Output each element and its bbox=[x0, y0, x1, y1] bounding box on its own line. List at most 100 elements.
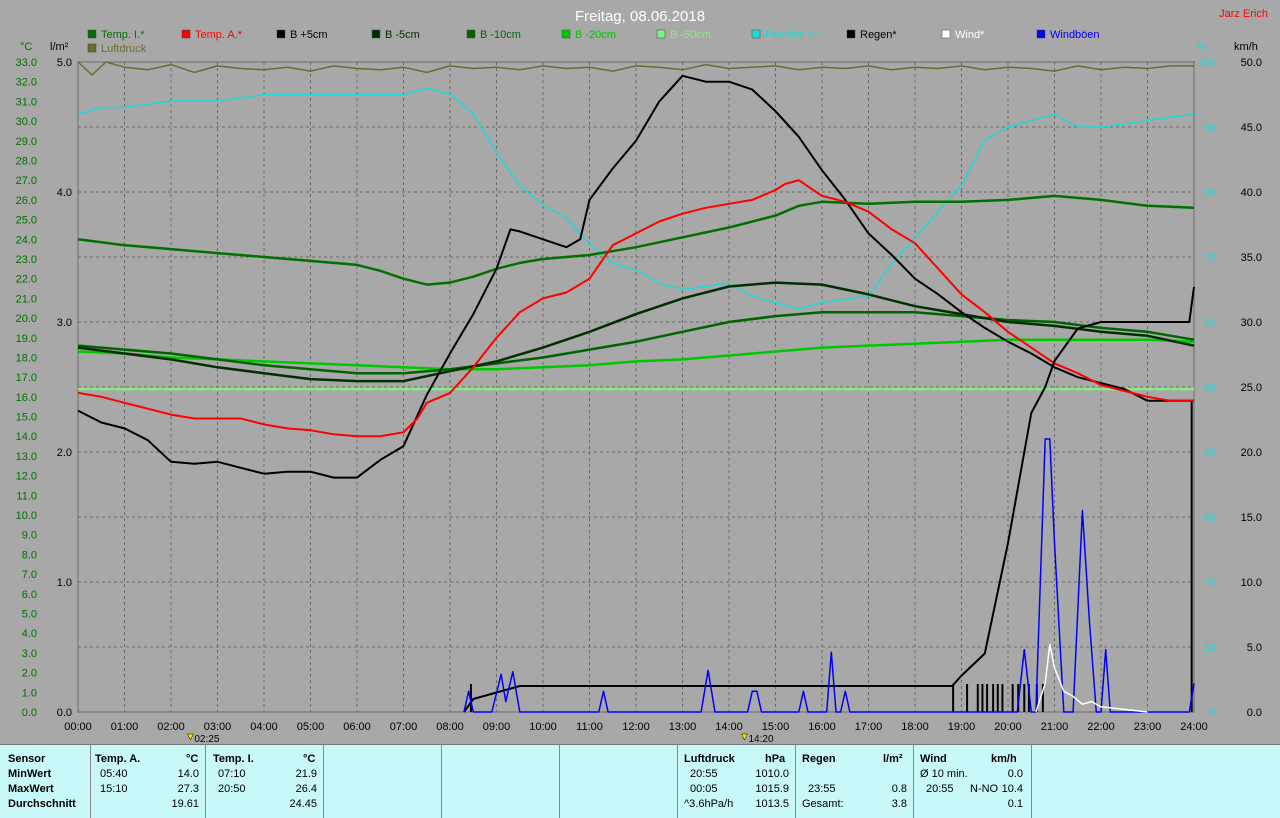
y-tick-temp: 9.0 bbox=[22, 530, 37, 542]
wind-max-time: 20:55 bbox=[926, 783, 954, 795]
y-tick-temp: 31.0 bbox=[16, 96, 37, 108]
x-tick-label: 05:00 bbox=[297, 721, 325, 733]
wind-avg-label: Ø 10 min. bbox=[920, 768, 968, 780]
legend-label: Luftdruck bbox=[101, 43, 147, 55]
x-tick-label: 00:00 bbox=[64, 721, 92, 733]
x-tick-label: 20:00 bbox=[994, 721, 1022, 733]
x-tick-label: 22:00 bbox=[1087, 721, 1115, 733]
legend-label: B -5cm bbox=[385, 29, 420, 41]
y-tick-temp: 24.0 bbox=[16, 234, 37, 246]
y-tick-temp: 18.0 bbox=[16, 352, 37, 364]
axis-unit-humidity: % bbox=[1196, 41, 1206, 53]
legend-label: Windböen bbox=[1050, 29, 1100, 41]
axis-unit-temp: °C bbox=[20, 41, 32, 53]
luft-min-time: 20:55 bbox=[690, 768, 718, 780]
header-temp-a-unit: °C bbox=[186, 753, 199, 765]
x-tick-label: 02:00 bbox=[157, 721, 185, 733]
temp-a-min-val: 14.0 bbox=[177, 768, 199, 780]
stats-col-sensor: Sensor MinWert MaxWert Durchschnitt bbox=[0, 745, 91, 818]
y-tick-wind: 40.0 bbox=[1241, 187, 1262, 199]
legend-swatch bbox=[1036, 29, 1046, 39]
x-tick-label: 13:00 bbox=[669, 721, 697, 733]
y-tick-wind: 30.0 bbox=[1241, 317, 1262, 329]
legend-label: B +5cm bbox=[290, 29, 328, 41]
x-tick-label: 10:00 bbox=[529, 721, 557, 733]
temp-a-avg: 19.61 bbox=[171, 798, 199, 810]
author-label: Jarz Erich bbox=[1219, 8, 1268, 20]
statistics-panel: Sensor MinWert MaxWert Durchschnitt Temp… bbox=[0, 744, 1280, 818]
y-tick-temp: 4.0 bbox=[22, 628, 37, 640]
row-avg-label: Durchschnitt bbox=[8, 798, 76, 810]
y-tick-temp: 21.0 bbox=[16, 293, 37, 305]
regen-total-label: Gesamt: bbox=[802, 798, 844, 810]
y-tick-wind: 0.0 bbox=[1247, 707, 1262, 719]
y-tick-temp: 15.0 bbox=[16, 412, 37, 424]
legend-swatch bbox=[656, 29, 666, 39]
y-tick-temp: 14.0 bbox=[16, 431, 37, 443]
y-tick-wind: 15.0 bbox=[1241, 512, 1262, 524]
weather-chart: 0.0 1.0 2.0 3.0 4.0 5.0 6.0 7.0 8.0 9.0 10.0 11.0 12… bbox=[0, 0, 1280, 744]
y-tick-humidity: 40 bbox=[1204, 447, 1216, 459]
x-tick-label: 01:00 bbox=[111, 721, 139, 733]
regen-max-time: 23:55 bbox=[808, 783, 836, 795]
y-tick-humidity: 50 bbox=[1204, 382, 1216, 394]
luft-avg: 1013.5 bbox=[755, 798, 789, 810]
legend-swatch bbox=[846, 29, 856, 39]
y-tick-temp: 30.0 bbox=[16, 116, 37, 128]
y-tick-rain: 3.0 bbox=[57, 317, 72, 329]
y-tick-temp: 25.0 bbox=[16, 215, 37, 227]
y-tick-humidity: 0 bbox=[1210, 707, 1216, 719]
legend-swatch bbox=[276, 29, 286, 39]
stats-col-temp-i: Temp. I. °C 07:10 21.9 20:50 26.4 24.45 bbox=[205, 745, 324, 818]
x-tick-label: 15:00 bbox=[762, 721, 790, 733]
wind-avg: 0.1 bbox=[1007, 798, 1023, 810]
stats-col-regen: Regen l/m² 23:55 0.8 Gesamt: 3.8 bbox=[795, 745, 914, 818]
time-marker-label: 14:20 bbox=[749, 734, 774, 744]
x-tick-label: 18:00 bbox=[901, 721, 929, 733]
stats-col-empty-2 bbox=[441, 745, 560, 818]
x-tick-label: 06:00 bbox=[343, 721, 371, 733]
regen-max-val: 0.8 bbox=[891, 783, 907, 795]
y-tick-temp: 13.0 bbox=[16, 451, 37, 463]
luft-min-val: 1010.0 bbox=[755, 768, 789, 780]
x-tick-label: 08:00 bbox=[436, 721, 464, 733]
header-temp-i: Temp. I. bbox=[213, 753, 254, 765]
legend-swatch bbox=[751, 29, 761, 39]
y-tick-humidity: 100 bbox=[1198, 57, 1216, 69]
legend-swatch bbox=[561, 29, 571, 39]
x-tick-label: 17:00 bbox=[855, 721, 883, 733]
row-min-label: MinWert bbox=[8, 768, 52, 780]
luft-trend: ^3.6hPa/h bbox=[684, 798, 734, 810]
y-tick-temp: 23.0 bbox=[16, 254, 37, 266]
luft-max-val: 1015.9 bbox=[755, 783, 789, 795]
y-tick-temp: 28.0 bbox=[16, 155, 37, 167]
axis-unit-wind: km/h bbox=[1234, 41, 1258, 53]
y-tick-humidity: 20 bbox=[1204, 577, 1216, 589]
y-tick-wind: 50.0 bbox=[1241, 57, 1262, 69]
x-tick-label: 04:00 bbox=[250, 721, 278, 733]
x-tick-label: 23:00 bbox=[1134, 721, 1162, 733]
legend-swatch bbox=[87, 29, 97, 39]
temp-i-min-time: 07:10 bbox=[218, 768, 246, 780]
wind-avg-val: 0.0 bbox=[1007, 768, 1023, 780]
y-tick-humidity: 90 bbox=[1204, 122, 1216, 134]
y-tick-temp: 32.0 bbox=[16, 77, 37, 89]
temp-a-max-time: 15:10 bbox=[100, 783, 128, 795]
y-tick-rain: 4.0 bbox=[57, 187, 72, 199]
legend-swatch bbox=[87, 43, 97, 53]
legend-label: Temp. A.* bbox=[195, 29, 243, 41]
y-tick-rain: 2.0 bbox=[57, 447, 72, 459]
y-tick-temp: 10.0 bbox=[16, 510, 37, 522]
y-tick-temp: 16.0 bbox=[16, 392, 37, 404]
temp-a-max-val: 27.3 bbox=[177, 783, 199, 795]
temp-i-min-val: 21.9 bbox=[295, 768, 317, 780]
y-tick-temp: 6.0 bbox=[22, 589, 37, 601]
y-tick-temp: 20.0 bbox=[16, 313, 37, 325]
y-tick-temp: 8.0 bbox=[22, 549, 37, 561]
header-temp-i-unit: °C bbox=[303, 753, 316, 765]
y-tick-temp: 29.0 bbox=[16, 136, 37, 148]
x-tick-label: 12:00 bbox=[622, 721, 650, 733]
legend-label: B -50cm bbox=[670, 29, 711, 41]
y-tick-wind: 5.0 bbox=[1247, 642, 1262, 654]
y-tick-wind: 25.0 bbox=[1241, 382, 1262, 394]
